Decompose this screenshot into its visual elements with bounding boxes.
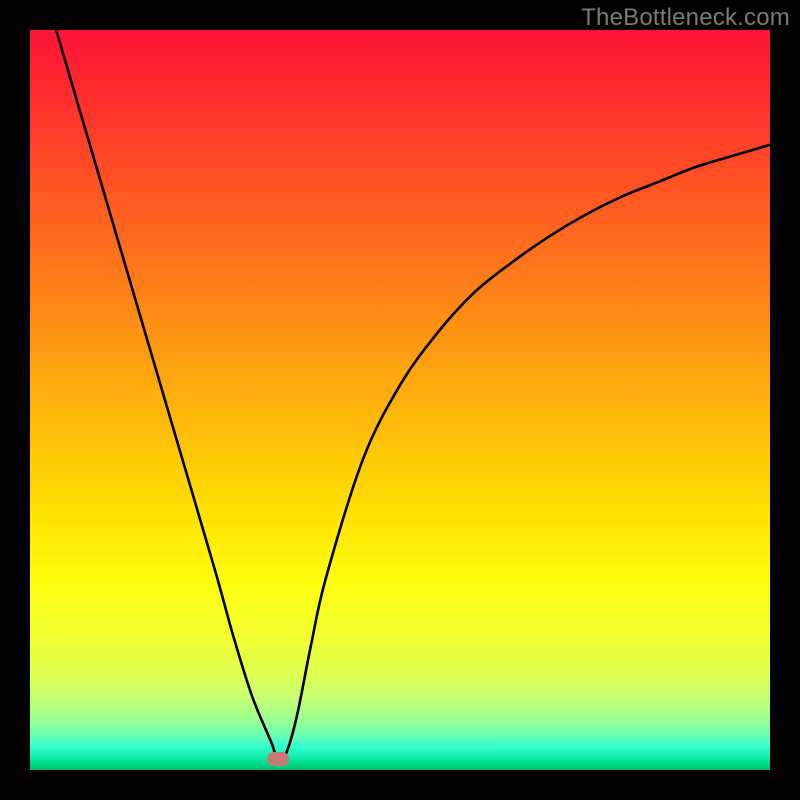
watermark-text: TheBottleneck.com bbox=[581, 4, 790, 32]
chart-frame: TheBottleneck.com bbox=[0, 0, 800, 800]
plot-area bbox=[30, 30, 770, 770]
optimal-marker bbox=[267, 752, 289, 766]
bottleneck-curve bbox=[30, 30, 770, 770]
